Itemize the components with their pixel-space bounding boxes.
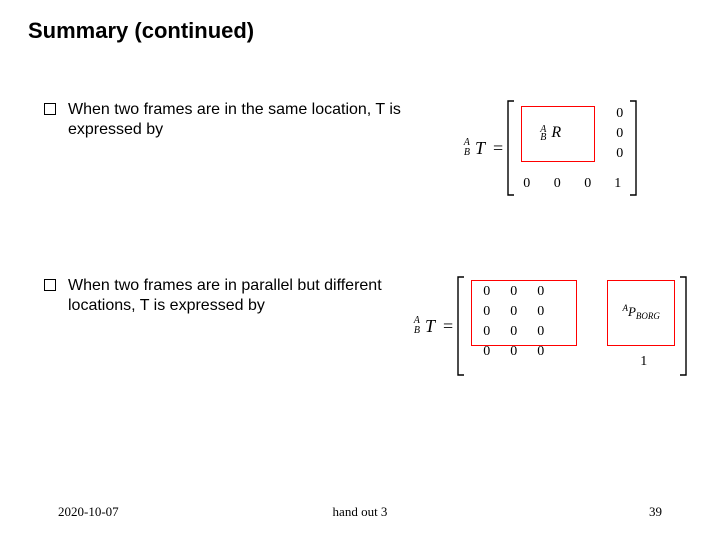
c: 0 (473, 342, 500, 362)
eq2-T: T (425, 316, 435, 337)
eq1-R: R (551, 124, 561, 141)
bullet-box-icon (44, 279, 56, 291)
equation-1: A B T = ABR 0 0 0 0 (408, 100, 692, 196)
footer-handout: hand out 3 (333, 504, 388, 520)
bullet-1-text: When two frames are in the same location… (68, 100, 408, 140)
footer-date: 2020-10-07 (58, 504, 119, 520)
eq2-lhs: A B T (413, 316, 435, 337)
eq1-matrix: ABR 0 0 0 0 0 0 1 (507, 100, 637, 196)
eq2-equals: = (443, 316, 453, 337)
c: 0 (527, 342, 554, 362)
footer-page: 39 (649, 504, 662, 520)
bullet-box-icon (44, 103, 56, 115)
c: 0 (500, 342, 527, 362)
eq1-lhs: A B T (463, 138, 485, 159)
eq1-R-presub: B (540, 132, 546, 143)
bullet-2: When two frames are in parallel but diff… (28, 276, 408, 316)
eq1-R-label: ABR (539, 124, 561, 142)
footer: 2020-10-07 hand out 3 39 (0, 504, 720, 520)
c: 0 (527, 282, 554, 302)
eq1-equals: = (493, 138, 503, 159)
slide: Summary (continued) When two frames are … (0, 0, 720, 540)
bullet-2-text: When two frames are in parallel but diff… (68, 276, 408, 316)
equation-2: A B T = 000 000 000 000 (408, 276, 692, 376)
eq1-zeros-row: 0 0 0 (523, 176, 601, 192)
c: 0 (473, 282, 500, 302)
eq1-zeros-column: 0 0 0 (616, 104, 623, 164)
right-bracket-icon (629, 100, 637, 196)
left-bracket-icon (507, 100, 515, 196)
eq1-presub-B: B (464, 147, 470, 158)
c: 0 (527, 322, 554, 342)
c: 0 (527, 302, 554, 322)
eq1-z0: 0 (616, 104, 623, 124)
eq2-P-label: APBORG (609, 304, 673, 320)
c: 0 (500, 302, 527, 322)
eq2-grid: 000 000 000 000 (473, 282, 554, 362)
eq1-one: 1 (614, 176, 621, 192)
slide-title: Summary (continued) (28, 18, 692, 44)
eq2-P-sup: A (622, 303, 628, 313)
eq2-one: 1 (640, 354, 647, 370)
c: 0 (500, 322, 527, 342)
eq1-T: T (475, 138, 485, 159)
eq1-z1: 0 (616, 124, 623, 144)
row-parallel: When two frames are in parallel but diff… (28, 276, 692, 376)
right-bracket-icon (679, 276, 687, 376)
left-bracket-icon (457, 276, 465, 376)
bullet-1: When two frames are in the same location… (28, 100, 408, 140)
c: 0 (473, 302, 500, 322)
row-same-location: When two frames are in the same location… (28, 100, 692, 196)
c: 0 (500, 282, 527, 302)
eq2-matrix: 000 000 000 000 APBORG 1 (457, 276, 687, 376)
c: 0 (473, 322, 500, 342)
eq2-P: P (628, 304, 636, 319)
eq1-z2: 0 (616, 144, 623, 164)
eq2-P-sub: BORG (636, 311, 660, 321)
eq2-presub-B: B (414, 325, 420, 336)
